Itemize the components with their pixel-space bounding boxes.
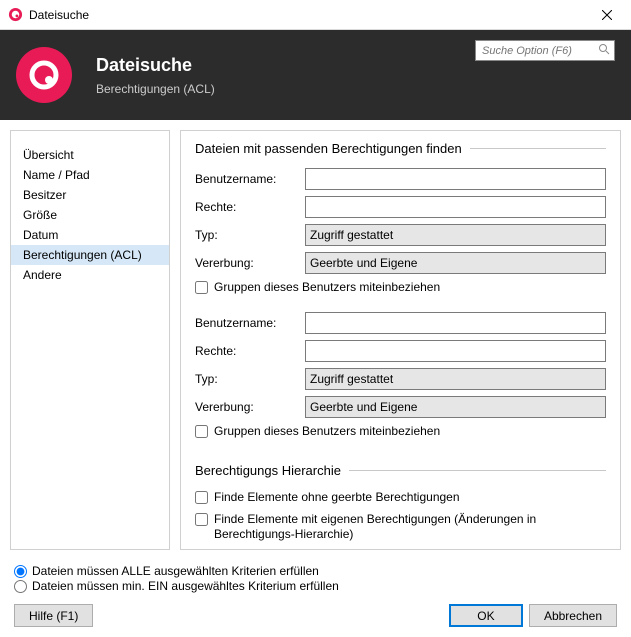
sidebar-item-6[interactable]: Andere xyxy=(11,265,169,285)
banner-title: Dateisuche xyxy=(96,55,215,76)
no-inherited-label: Finde Elemente ohne geerbte Berechtigung… xyxy=(214,490,460,506)
permissions-group: Dateien mit passenden Berechtigungen fin… xyxy=(195,141,606,445)
search-icon xyxy=(598,43,610,58)
label-typ-2: Typ: xyxy=(195,372,305,386)
legend-row: Dateien mit passenden Berechtigungen fin… xyxy=(195,141,606,156)
include-groups-checkbox-2[interactable] xyxy=(195,425,208,438)
criteria-all-radio[interactable] xyxy=(14,565,27,578)
logo-icon xyxy=(16,47,72,103)
banner: Dateisuche Berechtigungen (ACL) xyxy=(0,30,631,120)
main-panel: Dateien mit passenden Berechtigungen fin… xyxy=(180,130,621,550)
group2-legend: Berechtigungs Hierarchie xyxy=(195,463,349,478)
legend-line xyxy=(470,148,606,149)
help-button[interactable]: Hilfe (F1) xyxy=(14,604,93,627)
titlebar: Dateisuche xyxy=(0,0,631,30)
app-icon xyxy=(8,7,23,22)
sidebar: ÜbersichtName / PfadBesitzerGrößeDatumBe… xyxy=(10,130,170,550)
vererbung-select-2[interactable]: Geerbte und Eigene xyxy=(305,396,606,418)
footer-criteria: Dateien müssen ALLE ausgewählten Kriteri… xyxy=(0,560,631,593)
legend-row-2: Berechtigungs Hierarchie xyxy=(195,463,606,478)
criteria-all-label: Dateien müssen ALLE ausgewählten Kriteri… xyxy=(32,564,319,578)
benutzername-input-2[interactable] xyxy=(305,312,606,334)
titlebar-left: Dateisuche xyxy=(8,7,89,22)
rechte-select-2[interactable] xyxy=(305,340,606,362)
include-groups-label-1: Gruppen dieses Benutzers miteinbeziehen xyxy=(214,280,440,296)
label-typ: Typ: xyxy=(195,228,305,242)
label-benutzername-2: Benutzername: xyxy=(195,316,305,330)
label-rechte: Rechte: xyxy=(195,200,305,214)
banner-left: Dateisuche Berechtigungen (ACL) xyxy=(16,47,215,103)
criteria-one-radio[interactable] xyxy=(14,580,27,593)
benutzername-input-1[interactable] xyxy=(305,168,606,190)
label-benutzername: Benutzername: xyxy=(195,172,305,186)
cancel-button[interactable]: Abbrechen xyxy=(529,604,617,627)
body: ÜbersichtName / PfadBesitzerGrößeDatumBe… xyxy=(0,120,631,560)
typ-select-2[interactable]: Zugriff gestattet xyxy=(305,368,606,390)
close-button[interactable] xyxy=(585,1,629,29)
own-permissions-label: Finde Elemente mit eigenen Berechtigunge… xyxy=(214,512,606,543)
sidebar-item-3[interactable]: Größe xyxy=(11,205,169,225)
no-inherited-checkbox[interactable] xyxy=(195,491,208,504)
include-groups-checkbox-1[interactable] xyxy=(195,281,208,294)
banner-subtitle: Berechtigungen (ACL) xyxy=(96,82,215,96)
rechte-select-1[interactable] xyxy=(305,196,606,218)
search-input[interactable] xyxy=(475,40,615,61)
legend-line-2 xyxy=(349,470,606,471)
label-rechte-2: Rechte: xyxy=(195,344,305,358)
own-permissions-checkbox[interactable] xyxy=(195,513,208,526)
search-box xyxy=(475,40,615,61)
banner-text: Dateisuche Berechtigungen (ACL) xyxy=(96,55,215,96)
window-title: Dateisuche xyxy=(29,8,89,22)
label-vererbung-2: Vererbung: xyxy=(195,400,305,414)
hierarchy-group: Berechtigungs Hierarchie Finde Elemente … xyxy=(195,463,606,549)
sidebar-item-2[interactable]: Besitzer xyxy=(11,185,169,205)
label-vererbung: Vererbung: xyxy=(195,256,305,270)
typ-select-1[interactable]: Zugriff gestattet xyxy=(305,224,606,246)
sidebar-item-0[interactable]: Übersicht xyxy=(11,145,169,165)
sidebar-item-1[interactable]: Name / Pfad xyxy=(11,165,169,185)
sidebar-item-5[interactable]: Berechtigungen (ACL) xyxy=(11,245,169,265)
buttons-right: OK Abbrechen xyxy=(449,604,617,627)
vererbung-select-1[interactable]: Geerbte und Eigene xyxy=(305,252,606,274)
button-bar: Hilfe (F1) OK Abbrechen xyxy=(0,594,631,637)
include-groups-label-2: Gruppen dieses Benutzers miteinbeziehen xyxy=(214,424,440,440)
criteria-one-label: Dateien müssen min. EIN ausgewähltes Kri… xyxy=(32,579,339,593)
sidebar-item-4[interactable]: Datum xyxy=(11,225,169,245)
group1-legend: Dateien mit passenden Berechtigungen fin… xyxy=(195,141,470,156)
ok-button[interactable]: OK xyxy=(449,604,523,627)
